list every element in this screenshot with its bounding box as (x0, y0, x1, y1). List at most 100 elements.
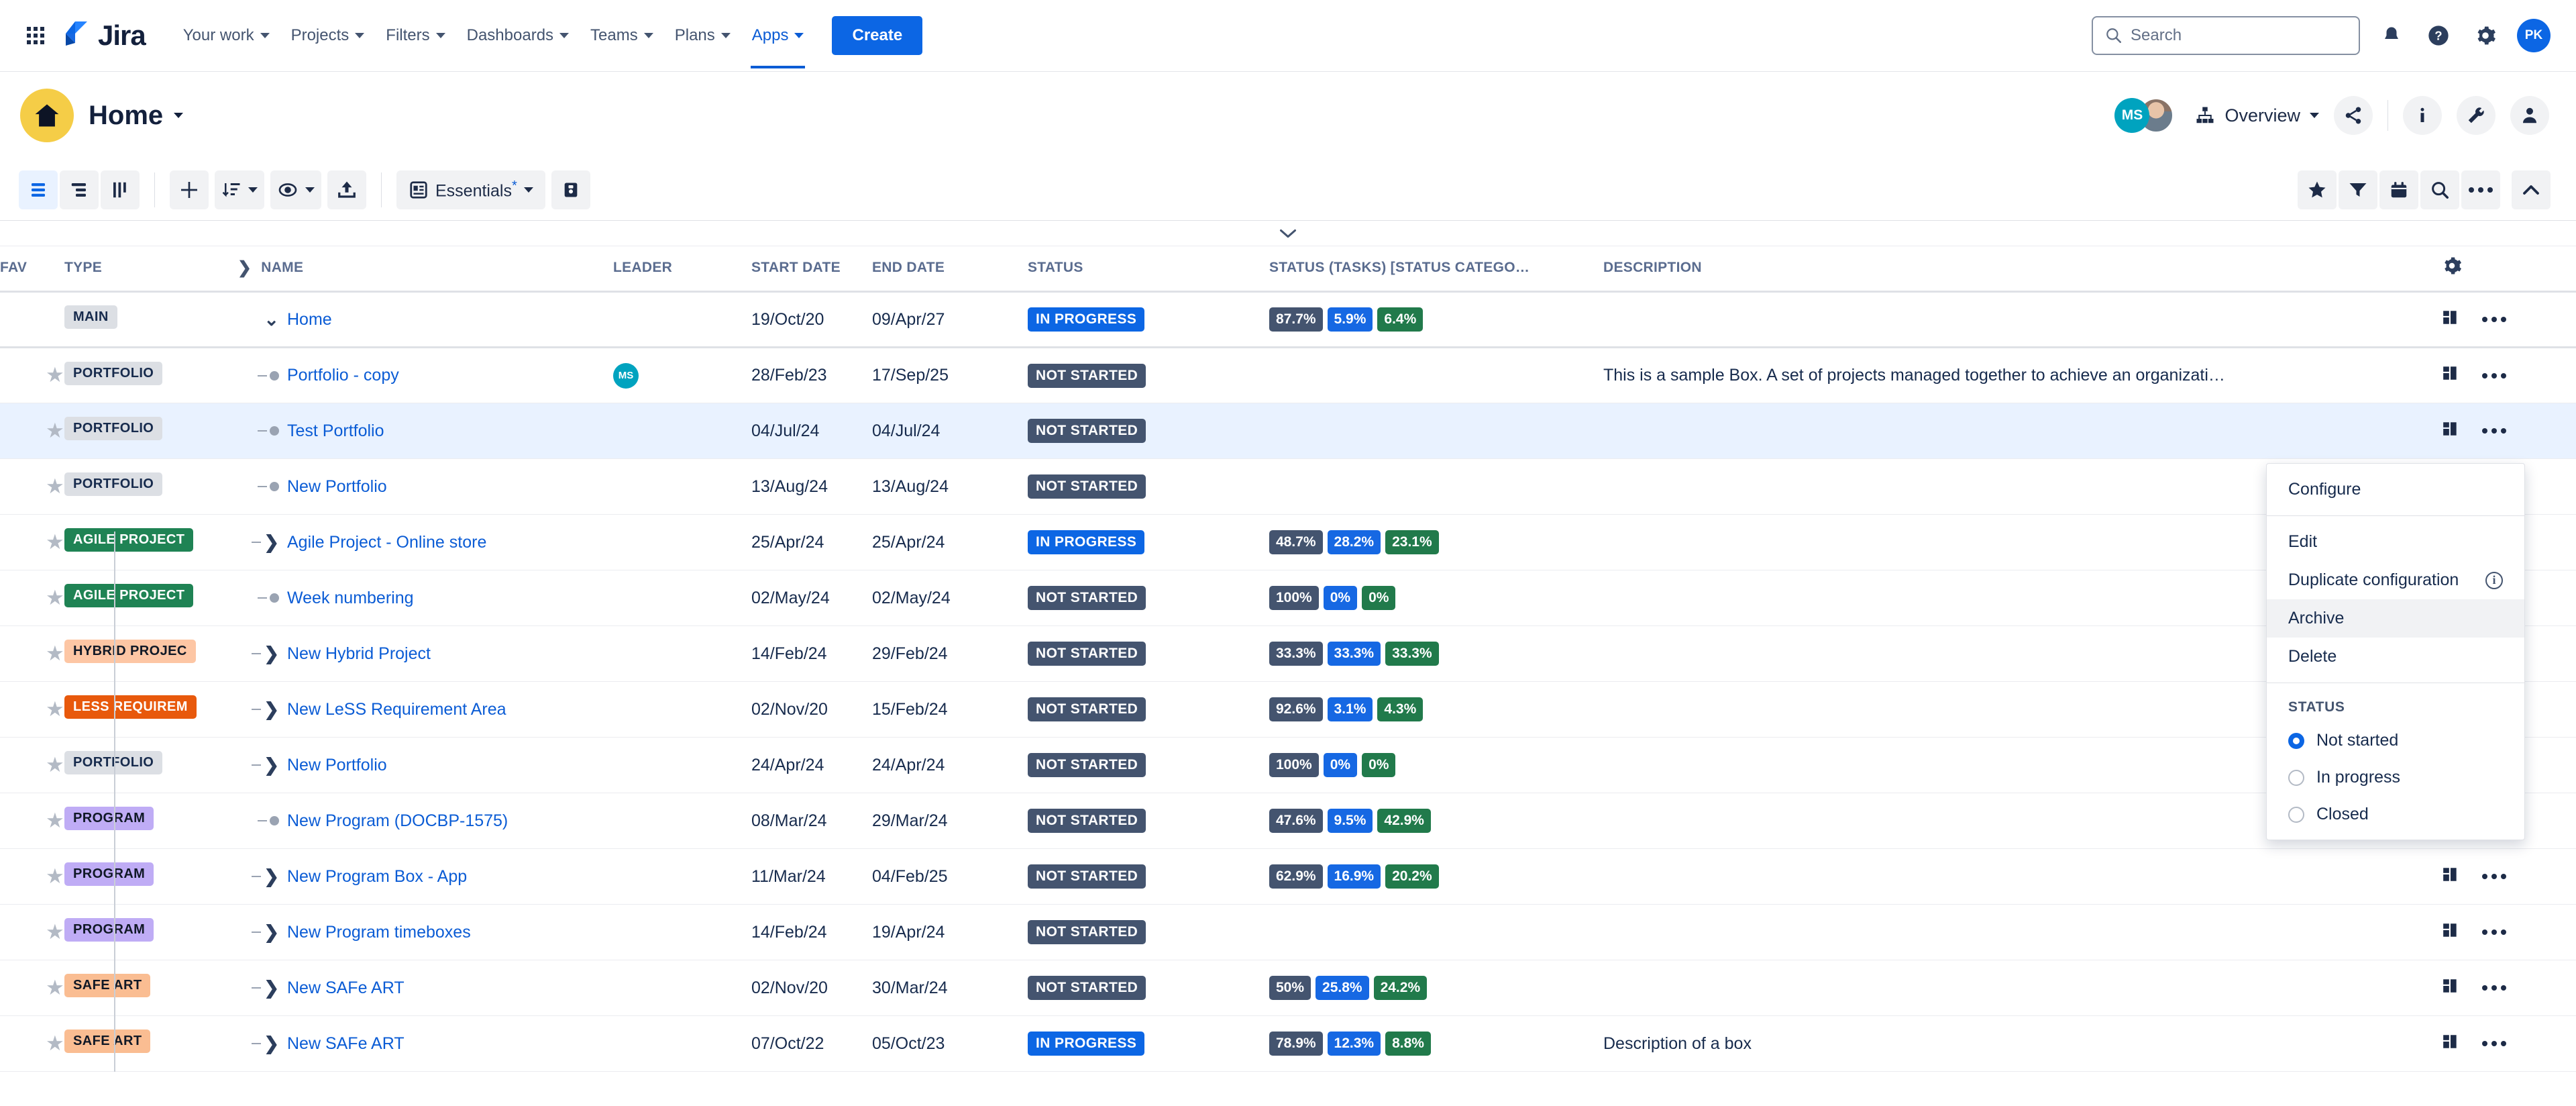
cell-fav[interactable]: ★ (0, 793, 64, 849)
favorite-star-icon[interactable]: ★ (46, 642, 64, 665)
configure-button[interactable] (2457, 96, 2496, 135)
cell-name[interactable]: ❯ New LeSS Requirement Area (237, 681, 613, 738)
ctx-configure[interactable]: Configure (2267, 470, 2524, 509)
twisty-collapsed-icon[interactable]: ❯ (264, 923, 279, 942)
cell-name[interactable]: Week numbering (237, 570, 613, 626)
favorite-star-icon[interactable]: ★ (46, 864, 64, 888)
leader-avatar[interactable]: MS (613, 362, 639, 389)
list-view-button[interactable] (19, 170, 58, 209)
ctx-status-in-progress[interactable]: In progress (2267, 759, 2524, 796)
row-name-link[interactable]: Test Portfolio (287, 421, 384, 441)
board-view-icon[interactable] (2442, 309, 2459, 331)
row-more-icon[interactable] (2482, 874, 2506, 879)
cell-fav[interactable]: ★ (0, 681, 64, 738)
cell-name[interactable]: New Portfolio (237, 458, 613, 515)
expand-strip[interactable] (0, 221, 2576, 246)
twisty-collapsed-icon[interactable]: ❯ (264, 1034, 279, 1053)
cell-name[interactable]: Portfolio - copy (237, 347, 613, 403)
cell-fav[interactable]: ★ (0, 1015, 64, 1072)
cell-fav[interactable]: ★ (0, 570, 64, 626)
col-leader[interactable]: LEADER (613, 246, 751, 293)
row-name-link[interactable]: New Program (DOCBP-1575) (287, 811, 508, 831)
table-row[interactable]: ★ PROGRAM ❯ New Program Box - App 11/Mar/24 0… (0, 848, 2576, 905)
expand-all-icon[interactable]: ❯ (237, 258, 252, 278)
table-row[interactable]: ★ LESS REQUIREM ❯ New LeSS Requirement Area… (0, 681, 2576, 738)
twisty-wrap[interactable] (237, 593, 287, 603)
twisty-wrap[interactable]: ❯ (237, 867, 287, 886)
row-more-icon[interactable] (2482, 317, 2506, 322)
twisty-wrap[interactable]: ❯ (237, 700, 287, 719)
essentials-preset-button[interactable]: Essentials* (396, 170, 545, 209)
ctx-archive[interactable]: Archive (2267, 599, 2524, 638)
row-name-link[interactable]: New SAFe ART (287, 978, 405, 998)
nav-item-plans[interactable]: Plans (664, 19, 741, 52)
table-row[interactable]: MAIN ⌄ Home 19/Oct/20 09/Apr/27 IN PROGRESS 87… (0, 291, 2576, 348)
favorites-button[interactable] (2298, 170, 2337, 209)
row-name-link[interactable]: New Program timeboxes (287, 923, 471, 942)
row-more-icon[interactable] (2482, 985, 2506, 991)
col-name[interactable]: ❯ NAME (237, 246, 613, 293)
twisty-expanded-icon[interactable]: ⌄ (264, 310, 279, 329)
twisty-wrap[interactable] (237, 370, 287, 381)
add-button[interactable] (170, 170, 209, 209)
info-button[interactable] (2403, 96, 2442, 135)
board-view-icon[interactable] (2442, 977, 2459, 999)
favorite-star-icon[interactable]: ★ (46, 363, 64, 387)
column-view-button[interactable] (101, 170, 140, 209)
row-name-link[interactable]: New SAFe ART (287, 1034, 405, 1054)
favorite-star-icon[interactable]: ★ (46, 586, 64, 609)
search-input[interactable]: Search (2092, 16, 2360, 55)
twisty-wrap[interactable]: ❯ (237, 533, 287, 552)
col-fav[interactable]: FAV (0, 246, 64, 293)
table-row[interactable]: ★ AGILE PROJECT ❯ Agile Project - Online st… (0, 514, 2576, 570)
cell-fav[interactable]: ★ (0, 458, 64, 515)
twisty-wrap[interactable]: ❯ (237, 978, 287, 997)
row-name-link[interactable]: Portfolio - copy (287, 366, 399, 385)
cell-name[interactable]: ❯ New SAFe ART (237, 1015, 613, 1072)
row-name-link[interactable]: New Program Box - App (287, 867, 467, 887)
cell-name[interactable]: ❯ New SAFe ART (237, 960, 613, 1016)
nav-item-dashboards[interactable]: Dashboards (456, 19, 580, 52)
settings-button[interactable] (2470, 20, 2501, 51)
save-preset-button[interactable] (551, 170, 590, 209)
row-name-link[interactable]: New Portfolio (287, 756, 387, 775)
row-more-icon[interactable] (2482, 428, 2506, 434)
twisty-collapsed-icon[interactable]: ❯ (264, 978, 279, 997)
tree-view-button[interactable] (60, 170, 99, 209)
row-name-link[interactable]: New Portfolio (287, 477, 387, 497)
twisty-wrap[interactable]: ❯ (237, 756, 287, 774)
table-row[interactable]: ★ AGILE PROJECT Week numbering 02/May/24 02/… (0, 570, 2576, 626)
table-row[interactable]: ★ PORTFOLIO New Portfolio 13/Aug/24 13/Aug/2… (0, 458, 2576, 515)
cell-fav[interactable]: ★ (0, 960, 64, 1016)
twisty-wrap[interactable]: ❯ (237, 644, 287, 663)
favorite-star-icon[interactable]: ★ (46, 419, 64, 442)
home-icon-badge[interactable] (20, 89, 74, 142)
col-settings[interactable] (2442, 246, 2576, 293)
row-name-link[interactable]: New Hybrid Project (287, 644, 431, 664)
table-row[interactable]: ★ PROGRAM New Program (DOCBP-1575) 08/Mar/2… (0, 793, 2576, 849)
nav-item-projects[interactable]: Projects (280, 19, 376, 52)
cell-name[interactable]: ❯ New Program timeboxes (237, 904, 613, 960)
row-name-link[interactable]: New LeSS Requirement Area (287, 700, 506, 719)
cell-name[interactable]: ⌄ Home (237, 291, 613, 348)
col-status[interactable]: STATUS (1028, 246, 1269, 293)
favorite-star-icon[interactable]: ★ (46, 530, 64, 554)
twisty-collapsed-icon[interactable]: ❯ (264, 756, 279, 774)
member-avatar-group[interactable]: MS (2114, 98, 2174, 133)
row-more-icon[interactable] (2482, 1041, 2506, 1046)
nav-item-filters[interactable]: Filters (375, 19, 455, 52)
board-view-icon[interactable] (2442, 921, 2459, 944)
row-name-link[interactable]: Agile Project - Online store (287, 533, 486, 552)
cell-fav[interactable] (0, 291, 64, 348)
create-button[interactable]: Create (832, 16, 923, 55)
table-row[interactable]: ★PORTFOLIO ❯ New Portfolio 24/Apr/2424/Apr/… (0, 737, 2576, 793)
row-more-icon[interactable] (2482, 372, 2506, 379)
board-view-icon[interactable] (2442, 866, 2459, 888)
cell-fav[interactable]: ★ (0, 403, 64, 459)
ctx-delete[interactable]: Delete (2267, 638, 2524, 676)
cell-name[interactable]: Test Portfolio (237, 403, 613, 459)
twisty-collapsed-icon[interactable]: ❯ (264, 867, 279, 886)
people-button[interactable] (2510, 96, 2549, 135)
cell-fav[interactable]: ★ (0, 904, 64, 960)
twisty-wrap[interactable]: ❯ (237, 1034, 287, 1053)
